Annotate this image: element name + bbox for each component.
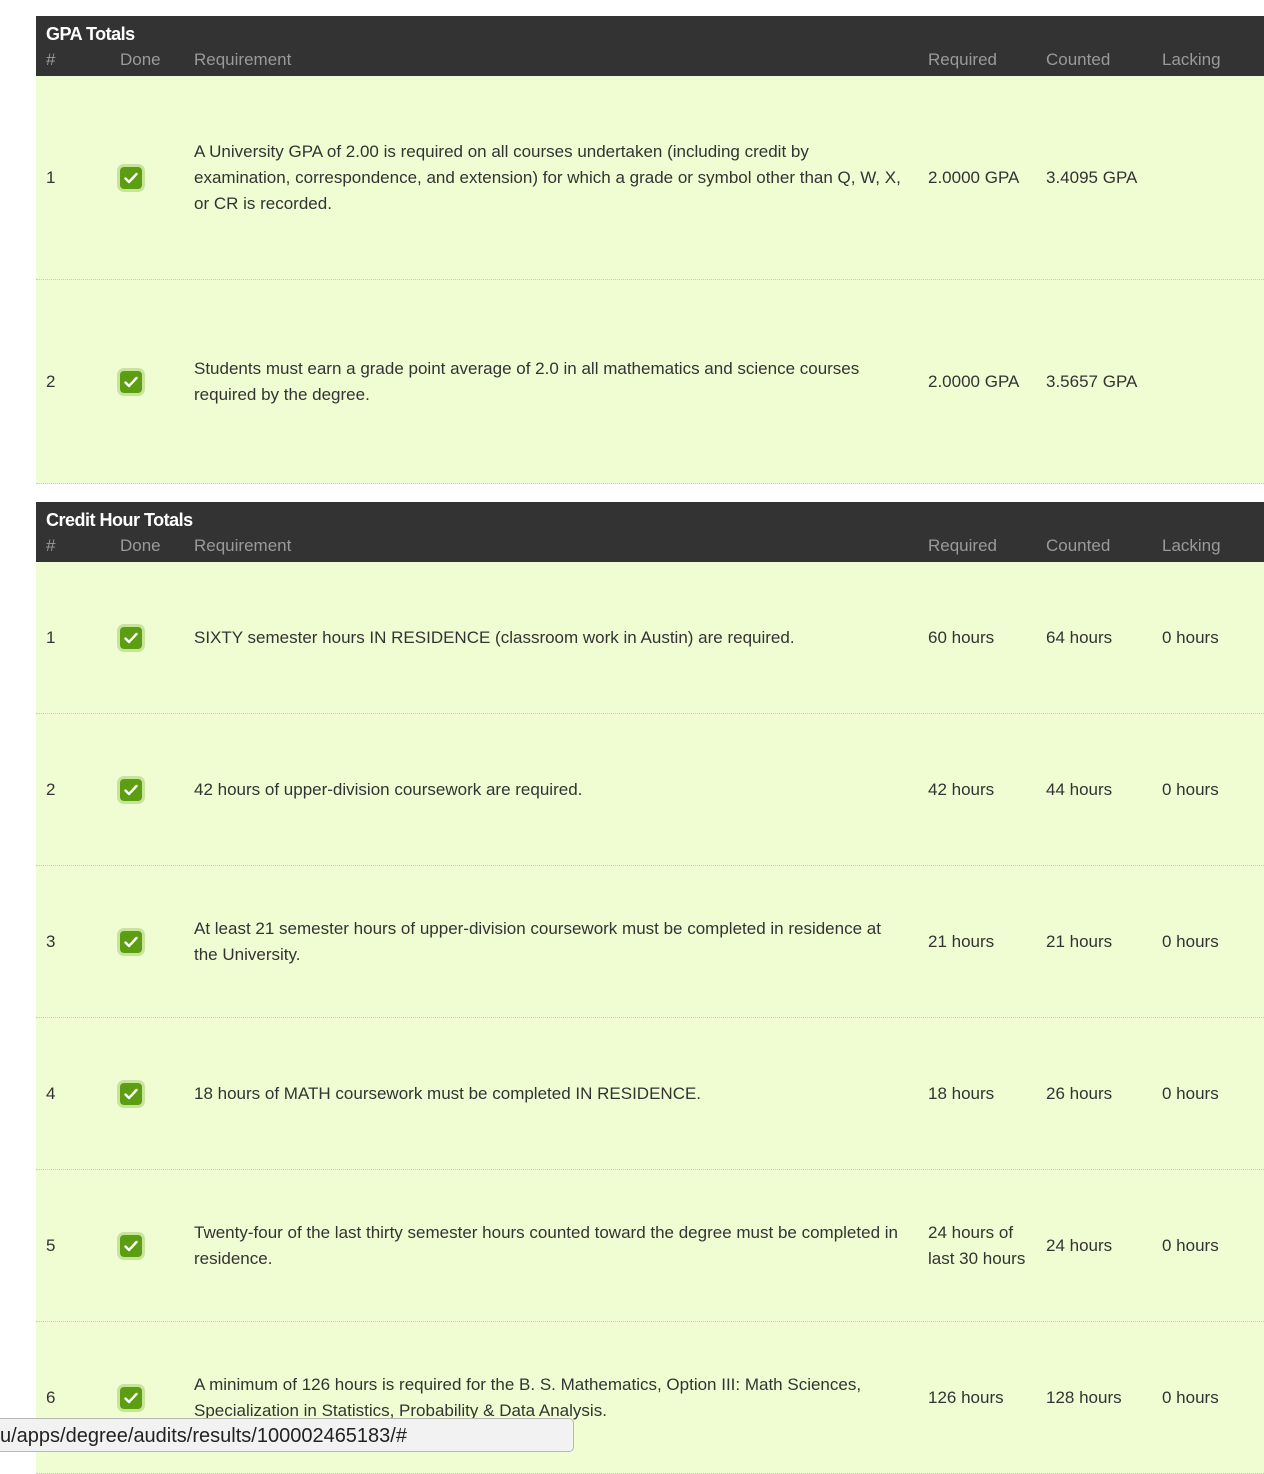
lacking-value: 0 hours — [1162, 931, 1219, 951]
lacking-value: 0 hours — [1162, 779, 1219, 799]
requirement-text: SIXTY semester hours IN RESIDENCE (class… — [194, 627, 795, 647]
required-value: 18 hours — [928, 1083, 995, 1103]
row-number: 5 — [46, 1235, 56, 1255]
requirement-text: Students must earn a grade point average… — [194, 358, 860, 404]
required-value: 2.0000 GPA — [928, 167, 1020, 187]
row-number: 3 — [46, 931, 56, 951]
counted-value: 3.5657 GPA — [1046, 371, 1138, 391]
checkbox-checked-icon — [120, 370, 142, 393]
column-header-number: # — [46, 536, 56, 555]
done-cell — [120, 1386, 142, 1409]
column-header-required: Required — [928, 50, 997, 69]
done-cell — [120, 778, 142, 801]
checkbox-checked-icon — [120, 930, 142, 953]
required-value: 2.0000 GPA — [928, 371, 1020, 391]
table-row: 4 18 hours of MATH coursework must be com… — [36, 1018, 1264, 1170]
requirement-text: Twenty-four of the last thirty semester … — [194, 1222, 898, 1268]
column-header-done: Done — [120, 536, 161, 555]
lacking-value: 0 hours — [1162, 627, 1219, 647]
required-value: 42 hours — [928, 779, 995, 799]
section-title: Credit Hour Totals — [46, 510, 193, 530]
row-number: 4 — [46, 1083, 56, 1103]
checkbox-checked-icon — [120, 1082, 142, 1105]
row-number: 1 — [46, 627, 56, 647]
required-value: 21 hours — [928, 931, 995, 951]
gpa-totals-section: GPA Totals # Done Requirement Required C… — [36, 16, 1264, 484]
column-header-counted: Counted — [1046, 50, 1111, 69]
column-header-requirement: Requirement — [194, 536, 292, 555]
row-number: 2 — [46, 779, 56, 799]
done-cell — [120, 626, 142, 649]
gpa-rows: 1 A University GPA of 2.00 is required on… — [36, 76, 1264, 484]
gpa-totals-header: GPA Totals # Done Requirement Required C… — [36, 16, 1264, 76]
status-bar-url: u/apps/degree/audits/results/10000246518… — [0, 1418, 574, 1452]
counted-value: 128 hours — [1046, 1387, 1122, 1407]
table-row: 1 SIXTY semester hours IN RESIDENCE (clas… — [36, 562, 1264, 714]
done-cell — [120, 930, 142, 953]
row-number: 6 — [46, 1387, 56, 1407]
counted-value: 3.4095 GPA — [1046, 167, 1138, 187]
required-value: 60 hours — [928, 627, 995, 647]
requirement-text: 18 hours of MATH coursework must be comp… — [194, 1083, 702, 1103]
done-cell — [120, 166, 142, 189]
row-number: 1 — [46, 167, 56, 187]
column-header-lacking: Lacking — [1162, 50, 1221, 69]
lacking-value: 0 hours — [1162, 1235, 1219, 1255]
table-row: 3 At least 21 semester hours of upper-div… — [36, 866, 1264, 1018]
credit-rows: 1 SIXTY semester hours IN RESIDENCE (clas… — [36, 562, 1264, 1474]
column-header-lacking: Lacking — [1162, 536, 1221, 555]
counted-value: 64 hours — [1046, 627, 1113, 647]
checkbox-checked-icon — [120, 778, 142, 801]
credit-hour-totals-section: Credit Hour Totals # Done Requirement Re… — [36, 502, 1264, 1474]
requirement-text: A University GPA of 2.00 is required on … — [194, 141, 901, 213]
table-row: 1 A University GPA of 2.00 is required on… — [36, 76, 1264, 280]
checkbox-checked-icon — [120, 1234, 142, 1257]
counted-value: 21 hours — [1046, 931, 1113, 951]
table-row: 2 Students must earn a grade point averag… — [36, 280, 1264, 484]
requirement-text: At least 21 semester hours of upper-divi… — [194, 918, 881, 964]
column-header-number: # — [46, 50, 56, 69]
counted-value: 26 hours — [1046, 1083, 1113, 1103]
required-value: 24 hours of last 30 hours — [928, 1222, 1026, 1268]
done-cell — [120, 1082, 142, 1105]
requirement-text: 42 hours of upper-division coursework ar… — [194, 779, 583, 799]
required-value: 126 hours — [928, 1387, 1004, 1407]
credit-hour-totals-header: Credit Hour Totals # Done Requirement Re… — [36, 502, 1264, 562]
section-title: GPA Totals — [46, 24, 135, 44]
column-header-done: Done — [120, 50, 161, 69]
counted-value: 24 hours — [1046, 1235, 1113, 1255]
row-number: 2 — [46, 371, 56, 391]
table-row: 2 42 hours of upper-division coursework a… — [36, 714, 1264, 866]
column-header-requirement: Requirement — [194, 50, 292, 69]
checkbox-checked-icon — [120, 626, 142, 649]
done-cell — [120, 1234, 142, 1257]
checkbox-checked-icon — [120, 166, 142, 189]
checkbox-checked-icon — [120, 1386, 142, 1409]
table-row: 5 Twenty-four of the last thirty semester… — [36, 1170, 1264, 1322]
lacking-value: 0 hours — [1162, 1387, 1219, 1407]
counted-value: 44 hours — [1046, 779, 1113, 799]
requirement-text: A minimum of 126 hours is required for t… — [194, 1374, 862, 1420]
lacking-value: 0 hours — [1162, 1083, 1219, 1103]
column-header-counted: Counted — [1046, 536, 1111, 555]
column-header-required: Required — [928, 536, 997, 555]
done-cell — [120, 370, 142, 393]
